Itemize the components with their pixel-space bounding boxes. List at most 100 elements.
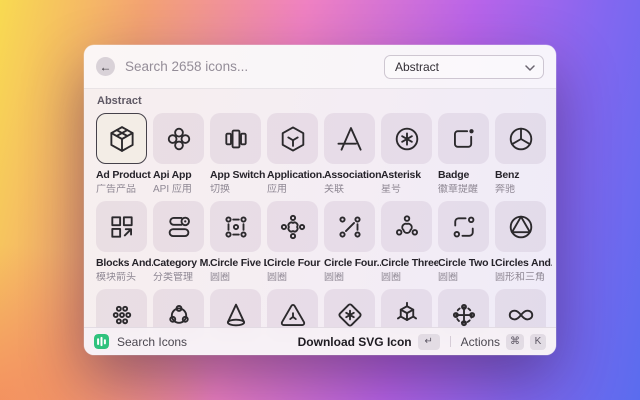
ad-product-icon [109,125,134,152]
icon-name-label: Circle Two L... [438,258,495,269]
footer-app-label: Search Icons [117,334,188,349]
blocks-and-arrows-icon [110,215,133,238]
icon-cell: Badge 徽章提醒 [438,113,495,195]
icon-name-label: Benz [495,170,520,181]
icon-cell: Application... 应用 [267,113,324,195]
icon-tile[interactable] [210,201,261,252]
icon-name-label: App Switch [210,170,266,181]
search-bar: ← Search 2658 icons... Abstract [84,45,556,89]
api-app-icon [167,127,190,150]
cube-axes-icon [396,301,417,321]
icon-zh-label: 分类管理 [153,272,193,283]
icon-name-label: Blocks And... [96,258,153,269]
diamond-asterisk-icon [337,302,362,327]
icon-zh-label: 圆圈 [267,272,287,283]
icon-tile[interactable] [324,201,375,252]
association-icon [337,126,362,151]
section-label: Abstract [97,95,142,107]
icon-zh-label: 应用 [267,184,287,195]
icon-name-label: Circle Five L... [210,258,267,269]
icon-zh-label: 圆圈 [381,272,401,283]
icon-cell: Ad Product 广告产品 [96,113,153,195]
icon-search-window: ← Search 2658 icons... Abstract Abstract… [84,45,556,355]
icon-cell: Association 关联 [324,113,381,195]
icon-zh-label: 圆形和三角 [495,272,545,283]
footer-bar: Search Icons Download SVG Icon ↵ Actions… [84,327,556,355]
icon-tile[interactable] [153,201,204,252]
circle-four-line-icon [338,215,361,238]
circle-two-line-icon [453,216,474,237]
icon-name-label: Badge [438,170,470,181]
icon-cell: Benz 奔驰 [495,113,552,195]
icon-cell: Category M... 分类管理 [153,201,210,283]
icon-zh-label: 徽章提醒 [438,184,478,195]
triangle-round-icon [280,303,305,326]
arrow-left-icon: ← [99,59,112,74]
icon-tile[interactable] [267,113,318,164]
icon-zh-label: 关联 [324,184,344,195]
icon-cell: Asterisk 星号 [381,113,438,195]
category-dropdown[interactable]: Abstract [384,54,544,79]
icon-tile[interactable] [153,113,204,164]
app-switch-icon [224,129,247,148]
results-area: Abstract Ad Product 广告产品 Api App API 应用 App … [84,89,556,355]
icon-zh-label: 广告产品 [96,184,136,195]
icon-cell: Circle Three 圆圈 [381,201,438,283]
icon-zh-label: API 应用 [153,184,192,195]
icon-zh-label: 模块箭头 [96,272,136,283]
icon-tile[interactable] [438,201,489,252]
search-input[interactable]: Search 2658 icons... [125,59,384,74]
actions-button[interactable]: Actions [461,335,500,349]
icon-tile[interactable] [324,113,375,164]
icon-tile[interactable] [438,113,489,164]
icon-zh-label: 星号 [381,184,401,195]
icon-tile-selected[interactable] [96,113,147,164]
return-key-badge: ↵ [417,333,440,350]
icon-name-label: Ad Product [96,170,151,181]
footer-divider [449,336,451,347]
icon-name-label: Circle Four [267,258,321,269]
icon-name-label: Api App [153,170,192,181]
icon-name-label: Association [324,170,381,181]
download-svg-button[interactable]: Download SVG Icon [298,335,412,349]
icon-zh-label: 圆圈 [438,272,458,283]
icon-cell: Circle Four 圆圈 [267,201,324,283]
icon-cell: Circles And... 圆形和三角 [495,201,552,283]
back-button[interactable]: ← [96,57,115,76]
asterisk-icon [395,127,418,150]
cone-icon [226,303,245,326]
icon-tile[interactable] [96,201,147,252]
icon-zh-label: 切换 [210,184,230,195]
application-icon [281,126,304,151]
icon-name-label: Asterisk [381,170,421,181]
icon-tile[interactable] [210,113,261,164]
icon-name-label: Category M... [153,258,210,269]
dots-icon [112,305,131,324]
icon-tile[interactable] [381,113,432,164]
cross-ring-icon [452,303,475,326]
circle-three-icon [395,214,418,235]
benz-icon [509,127,532,150]
category-dropdown-value: Abstract [395,59,440,74]
command-key-badge: ⌘ [506,333,524,350]
icon-tile[interactable] [381,201,432,252]
category-management-icon [168,216,190,237]
icon-zh-label: 奔驰 [495,184,515,195]
icon-name-label: Application... [267,170,324,181]
icon-cell: Circle Two L... 圆圈 [438,201,495,283]
icon-cell: Circle Four... 圆圈 [324,201,381,283]
icon-cell: Blocks And... 模块箭头 [96,201,153,283]
icon-cell: Circle Five L... 圆圈 [210,201,267,283]
icon-grid: Ad Product 广告产品 Api App API 应用 App Switch 切换 A… [96,113,552,340]
chevron-down-icon [525,58,535,76]
icon-cell: Api App API 应用 [153,113,210,195]
circle-five-line-icon [224,215,247,238]
infinity-icon [508,309,533,320]
icon-name-label: Circle Four... [324,258,381,269]
circle-four-icon [280,214,305,239]
icon-tile[interactable] [495,113,546,164]
icon-zh-label: 圆圈 [210,272,230,283]
badge-icon [453,128,474,148]
icon-tile[interactable] [267,201,318,252]
icon-tile[interactable] [495,201,546,252]
